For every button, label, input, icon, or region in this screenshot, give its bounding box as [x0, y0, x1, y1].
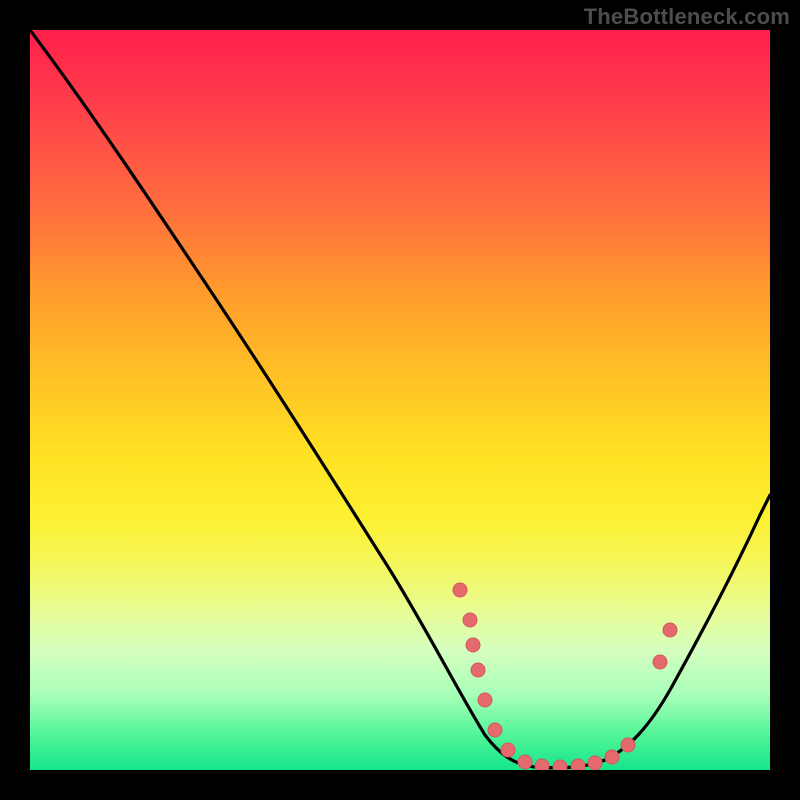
dot — [518, 755, 532, 769]
dot — [653, 655, 667, 669]
dot — [663, 623, 677, 637]
dot — [621, 738, 635, 752]
dot — [501, 743, 515, 757]
dot — [478, 693, 492, 707]
dot — [553, 760, 567, 770]
dot — [453, 583, 467, 597]
dot — [471, 663, 485, 677]
highlight-dots-group — [453, 583, 677, 770]
plot-area — [30, 30, 770, 770]
chart-frame: TheBottleneck.com — [0, 0, 800, 800]
dot — [488, 723, 502, 737]
dot — [605, 750, 619, 764]
dot — [535, 759, 549, 770]
dot — [463, 613, 477, 627]
dot — [571, 759, 585, 770]
bottleneck-curve-svg — [30, 30, 770, 770]
dot — [466, 638, 480, 652]
watermark-text: TheBottleneck.com — [584, 4, 790, 30]
dot — [588, 756, 602, 770]
